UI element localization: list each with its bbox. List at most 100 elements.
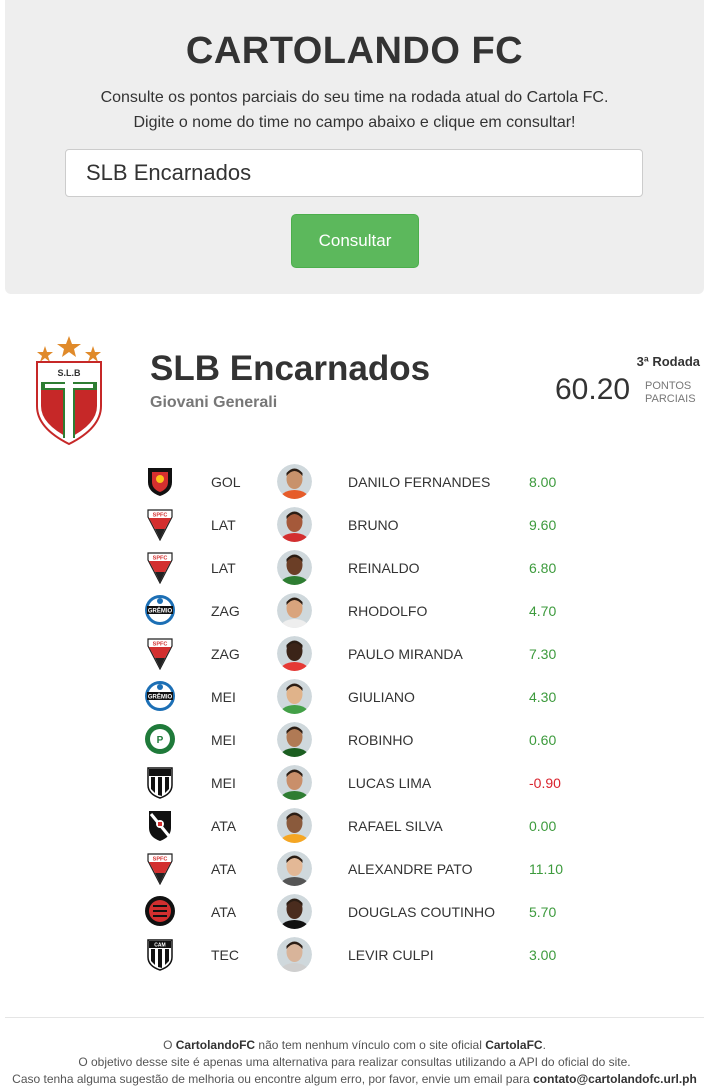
search-panel: CARTOLANDO FC Consulte os pontos parciai… bbox=[5, 0, 704, 294]
svg-text:GRÊMIO: GRÊMIO bbox=[148, 607, 173, 615]
player-avatar bbox=[277, 636, 312, 671]
team-search-input[interactable] bbox=[65, 149, 643, 197]
footer-email[interactable]: contato@cartolandofc.url.ph bbox=[533, 1072, 697, 1086]
player-position: ATA bbox=[211, 818, 236, 834]
footer-site: CartolaFC bbox=[485, 1038, 542, 1052]
round-label: 3ª Rodada bbox=[637, 354, 700, 369]
palmeiras-crest-icon: P bbox=[143, 722, 177, 756]
player-position: MEI bbox=[211, 689, 236, 705]
player-position: ATA bbox=[211, 861, 236, 877]
player-avatar bbox=[277, 679, 312, 714]
player-avatar bbox=[277, 894, 312, 929]
player-position: LAT bbox=[211, 560, 236, 576]
svg-text:SPFC: SPFC bbox=[153, 556, 168, 562]
player-avatar bbox=[277, 593, 312, 628]
player-points: -0.90 bbox=[529, 775, 561, 791]
spfc-crest-icon: SPFC bbox=[143, 636, 177, 670]
sport-crest-icon bbox=[143, 464, 177, 498]
player-avatar bbox=[277, 765, 312, 800]
player-name: BRUNO bbox=[348, 517, 399, 533]
player-name: DOUGLAS COUTINHO bbox=[348, 904, 495, 920]
player-points: 6.80 bbox=[529, 560, 556, 576]
svg-text:SPFC: SPFC bbox=[153, 642, 168, 648]
player-avatar bbox=[277, 507, 312, 542]
player-avatar bbox=[277, 851, 312, 886]
player-name: RAFAEL SILVA bbox=[348, 818, 443, 834]
player-points: 9.60 bbox=[529, 517, 556, 533]
player-position: ZAG bbox=[211, 646, 240, 662]
player-name: DANILO FERNANDES bbox=[348, 474, 490, 490]
footer-divider bbox=[5, 1017, 704, 1018]
atletico-pr-crest-icon bbox=[143, 894, 177, 928]
player-points: 5.70 bbox=[529, 904, 556, 920]
footer: O CartolandoFC não tem nenhum vínculo co… bbox=[0, 1037, 709, 1088]
svg-text:SPFC: SPFC bbox=[153, 513, 168, 519]
team-name: SLB Encarnados bbox=[150, 349, 430, 389]
player-row: GOL DANILO FERNANDES 8.00 bbox=[0, 460, 709, 503]
player-avatar bbox=[277, 722, 312, 757]
svg-text:SPFC: SPFC bbox=[153, 857, 168, 863]
footer-line-2: O objetivo desse site é apenas uma alter… bbox=[0, 1054, 709, 1071]
player-row: CAM TEC LEVIR CULPI 3.00 bbox=[0, 933, 709, 976]
player-name: RHODOLFO bbox=[348, 603, 427, 619]
player-row: SPFC LAT REINALDO 6.80 bbox=[0, 546, 709, 589]
svg-text:GRÊMIO: GRÊMIO bbox=[148, 693, 173, 701]
intro-line-2: Digite o nome do time no campo abaixo e … bbox=[5, 114, 704, 132]
consult-button[interactable]: Consultar bbox=[291, 214, 419, 268]
spfc-crest-icon: SPFC bbox=[143, 550, 177, 584]
player-position: ATA bbox=[211, 904, 236, 920]
santos-crest-icon bbox=[143, 765, 177, 799]
player-points: 11.10 bbox=[529, 861, 563, 877]
player-points: 4.70 bbox=[529, 603, 556, 619]
vasco-crest-icon bbox=[143, 808, 177, 842]
player-points: 0.60 bbox=[529, 732, 556, 748]
svg-text:P: P bbox=[157, 735, 164, 746]
player-points: 8.00 bbox=[529, 474, 556, 490]
player-position: MEI bbox=[211, 732, 236, 748]
team-points: 60.20 bbox=[555, 373, 630, 407]
spfc-crest-icon: SPFC bbox=[143, 507, 177, 541]
player-position: GOL bbox=[211, 474, 241, 490]
player-points: 4.30 bbox=[529, 689, 556, 705]
atletico-mg-crest-icon: CAM bbox=[143, 937, 177, 971]
crest-text: S.L.B bbox=[57, 368, 81, 378]
footer-line-1: O CartolandoFC não tem nenhum vínculo co… bbox=[0, 1037, 709, 1054]
player-name: ROBINHO bbox=[348, 732, 413, 748]
footer-brand: CartolandoFC bbox=[176, 1038, 255, 1052]
svg-text:CAM: CAM bbox=[154, 943, 165, 949]
player-position: MEI bbox=[211, 775, 236, 791]
player-row: ATA DOUGLAS COUTINHO 5.70 bbox=[0, 890, 709, 933]
player-row: P MEI ROBINHO 0.60 bbox=[0, 718, 709, 761]
points-label-2: PARCIAIS bbox=[645, 393, 705, 406]
player-avatar bbox=[277, 464, 312, 499]
player-name: LUCAS LIMA bbox=[348, 775, 431, 791]
site-title: CARTOLANDO FC bbox=[5, 30, 704, 73]
player-row: ATA RAFAEL SILVA 0.00 bbox=[0, 804, 709, 847]
player-avatar bbox=[277, 808, 312, 843]
player-name: ALEXANDRE PATO bbox=[348, 861, 472, 877]
team-owner: Giovani Generali bbox=[150, 394, 277, 412]
player-row: GRÊMIO ZAG RHODOLFO 4.70 bbox=[0, 589, 709, 632]
player-name: REINALDO bbox=[348, 560, 420, 576]
player-name: PAULO MIRANDA bbox=[348, 646, 463, 662]
player-position: ZAG bbox=[211, 603, 240, 619]
player-position: TEC bbox=[211, 947, 239, 963]
spfc-crest-icon: SPFC bbox=[143, 851, 177, 885]
player-row: MEI LUCAS LIMA -0.90 bbox=[0, 761, 709, 804]
player-position: LAT bbox=[211, 517, 236, 533]
points-label-1: PONTOS bbox=[645, 380, 705, 393]
player-row: SPFC ATA ALEXANDRE PATO 11.10 bbox=[0, 847, 709, 890]
gremio-crest-icon: GRÊMIO bbox=[143, 679, 177, 713]
points-label: PONTOS PARCIAIS bbox=[645, 380, 705, 406]
player-avatar bbox=[277, 937, 312, 972]
team-crest-icon: S.L.B bbox=[31, 336, 107, 446]
player-points: 0.00 bbox=[529, 818, 556, 834]
player-points: 7.30 bbox=[529, 646, 556, 662]
player-name: GIULIANO bbox=[348, 689, 415, 705]
gremio-crest-icon: GRÊMIO bbox=[143, 593, 177, 627]
intro-line-1: Consulte os pontos parciais do seu time … bbox=[5, 89, 704, 107]
player-row: SPFC ZAG PAULO MIRANDA 7.30 bbox=[0, 632, 709, 675]
player-avatar bbox=[277, 550, 312, 585]
player-name: LEVIR CULPI bbox=[348, 947, 434, 963]
player-points: 3.00 bbox=[529, 947, 556, 963]
